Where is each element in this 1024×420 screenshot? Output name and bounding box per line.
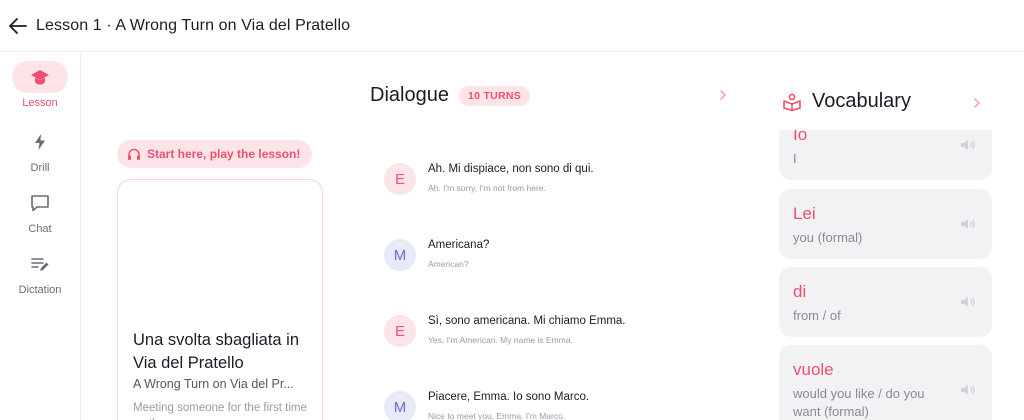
nav-pill	[12, 61, 68, 93]
arrow-left-icon	[9, 17, 27, 34]
side-nav: Lesson Drill Chat Dictation	[0, 53, 81, 420]
vocab-definition: would you like / do you want (formal)	[793, 386, 925, 419]
start-lesson-button[interactable]: Start here, play the lesson!	[117, 140, 313, 168]
nav-pill	[12, 248, 68, 280]
turns-badge: 10 TURNS	[458, 85, 531, 106]
chevron-right-icon	[720, 90, 727, 100]
top-bar: Lesson 1 · A Wrong Turn on Via del Prate…	[0, 0, 1024, 52]
dialogue-expand-button[interactable]	[718, 88, 728, 107]
nav-label-lesson: Lesson	[22, 97, 58, 109]
lesson-card[interactable]: Una svolta sbagliata in Via del Pratello…	[117, 179, 323, 420]
vocab-word: di	[793, 282, 807, 301]
graduation-cap-icon	[31, 70, 49, 85]
dialogue-turn[interactable]: E Ah. Mi dispiace, non sono di qui. Ah. …	[384, 157, 724, 201]
speaker-avatar: M	[384, 391, 416, 420]
speaker-avatar: E	[384, 163, 416, 195]
vocabulary-header: Vocabulary	[782, 90, 911, 113]
nav-label-dictation: Dictation	[18, 284, 62, 296]
dialogue-turn[interactable]: M Americana? American?	[384, 233, 724, 277]
speaker-avatar: M	[384, 239, 416, 271]
dialogue-turn[interactable]: M Piacere, Emma. Io sono Marco. Nice to …	[384, 385, 724, 420]
turn-english: Yes, I'm American. My name is Emma.	[428, 335, 573, 345]
start-lesson-label: Start here, play the lesson!	[147, 147, 301, 161]
speaker-icon[interactable]	[960, 295, 976, 309]
vocab-definition: you (formal)	[793, 230, 863, 245]
nav-item-drill[interactable]: Drill	[0, 126, 80, 174]
vocab-card[interactable]: Lei you (formal)	[779, 189, 992, 259]
vocab-card[interactable]: di from / of	[779, 267, 992, 337]
turn-english: Nice to meet you, Emma. I'm Marco.	[428, 411, 566, 420]
vocab-word: Lei	[793, 204, 816, 223]
vocab-word: vuole	[793, 360, 834, 379]
nav-pill	[12, 187, 68, 219]
nav-item-chat[interactable]: Chat	[0, 187, 80, 235]
turn-italian: Americana?	[428, 239, 490, 251]
speaker-avatar: E	[384, 315, 416, 347]
lesson-card-subtitle: A Wrong Turn on Via del Pr...	[133, 377, 294, 391]
nav-label-chat: Chat	[28, 223, 52, 235]
speaker-icon[interactable]	[960, 383, 976, 397]
dialogue-header: Dialogue 10 TURNS	[370, 84, 531, 107]
vocabulary-list[interactable]: Io I Lei you (formal) di from / of vuole…	[779, 130, 993, 420]
turn-italian: Ah. Mi dispiace, non sono di qui.	[428, 163, 594, 175]
chevron-right-icon	[974, 98, 981, 108]
vocab-definition: from / of	[793, 308, 841, 323]
vocabulary-expand-button[interactable]	[972, 96, 982, 115]
lesson-card-title: Una svolta sbagliata in Via del Pratello	[133, 331, 300, 372]
dictation-icon	[31, 258, 49, 271]
page-title: Lesson 1 · A Wrong Turn on Via del Prate…	[36, 16, 351, 34]
dialogue-title: Dialogue	[370, 84, 449, 106]
turn-italian: Sì, sono americana. Mi chiamo Emma.	[428, 315, 626, 327]
turn-english: Ah. I'm sorry, I'm not from here.	[428, 183, 546, 193]
chat-bubble-icon	[31, 195, 49, 212]
nav-item-lesson[interactable]: Lesson	[0, 61, 80, 109]
book-person-icon	[783, 93, 801, 111]
vocab-definition: I	[793, 151, 797, 166]
speaker-icon[interactable]	[960, 138, 976, 152]
lightning-icon	[35, 134, 45, 150]
vocab-card[interactable]: Io I	[779, 130, 992, 180]
back-button[interactable]	[0, 0, 36, 52]
lesson-card-description: Meeting someone for the first time on th…	[133, 402, 307, 420]
vocab-word: Io	[793, 130, 808, 144]
turn-italian: Piacere, Emma. Io sono Marco.	[428, 391, 590, 403]
nav-pill	[12, 126, 68, 158]
nav-label-drill: Drill	[30, 162, 50, 174]
vocab-card[interactable]: vuole would you like / do you want (form…	[779, 345, 992, 420]
headphones-icon	[128, 148, 140, 160]
speaker-icon[interactable]	[960, 217, 976, 231]
turn-english: American?	[428, 259, 469, 269]
vocabulary-title: Vocabulary	[812, 90, 911, 112]
nav-item-dictation[interactable]: Dictation	[0, 248, 80, 296]
dialogue-turn[interactable]: E Sì, sono americana. Mi chiamo Emma. Ye…	[384, 309, 724, 353]
